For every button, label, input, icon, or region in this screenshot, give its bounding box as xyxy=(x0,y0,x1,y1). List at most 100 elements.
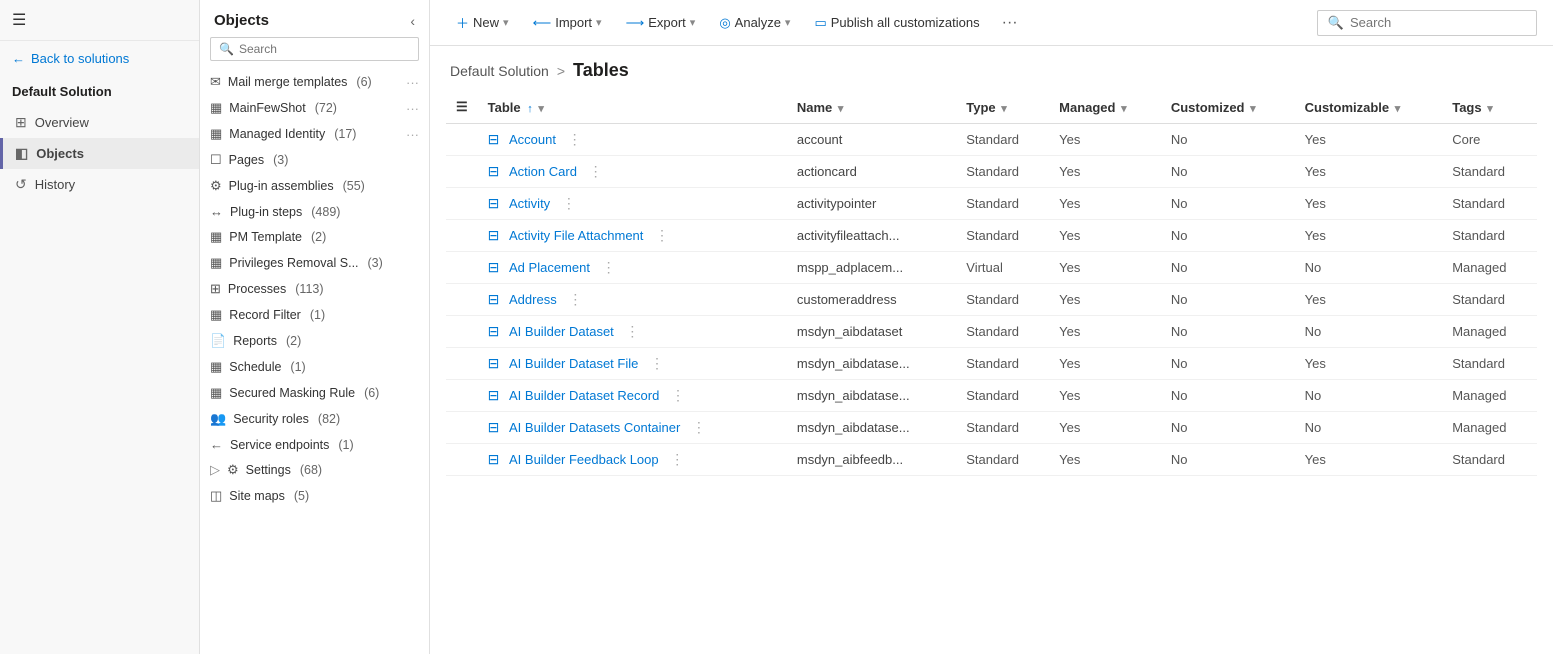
row-more-icon[interactable]: ⋮ xyxy=(666,449,688,469)
item-label: Service endpoints xyxy=(230,438,329,452)
table-column-header-tags[interactable]: Tags ▾ xyxy=(1442,91,1537,124)
import-button[interactable]: ⟵ Import ▾ xyxy=(523,10,612,36)
item-more-icon[interactable]: ··· xyxy=(406,127,419,142)
back-to-solutions-link[interactable]: ← Back to solutions xyxy=(0,41,199,76)
row-table-name[interactable]: Ad Placement xyxy=(509,260,590,275)
row-more-icon[interactable]: ⋮ xyxy=(585,161,607,181)
table-row-icon: ⊟ xyxy=(488,195,500,212)
nav-item-history[interactable]: ↺ History xyxy=(0,169,199,200)
item-icon: ⚙ xyxy=(227,462,239,478)
row-select-cell xyxy=(446,412,478,444)
row-icon-cell: ⊟ Action Card ⋮ xyxy=(478,156,787,188)
list-item[interactable]: 📄 Reports (2) xyxy=(200,328,429,354)
row-more-icon[interactable]: ⋮ xyxy=(621,321,643,341)
collapse-panel-button[interactable]: ‹ xyxy=(410,13,415,29)
list-item[interactable]: ☐ Pages (3) xyxy=(200,147,429,173)
item-icon: ⊞ xyxy=(210,281,221,297)
nav-item-objects[interactable]: ◧ Objects xyxy=(0,138,199,169)
row-tags: Standard xyxy=(1442,156,1537,188)
customized-sort-chevron: ▾ xyxy=(1250,103,1256,115)
item-count: (6) xyxy=(364,386,379,400)
row-table-name[interactable]: AI Builder Datasets Container xyxy=(509,420,680,435)
row-table-name[interactable]: Action Card xyxy=(509,164,577,179)
table-column-header-type[interactable]: Type ▾ xyxy=(956,91,1049,124)
table-column-header-name[interactable]: Name ▾ xyxy=(787,91,956,124)
list-item[interactable]: ↔ Plug-in steps (489) xyxy=(200,199,429,224)
table-column-header-managed[interactable]: Managed ▾ xyxy=(1049,91,1161,124)
list-item[interactable]: ▦ Privileges Removal S... (3) xyxy=(200,250,429,276)
row-customized: No xyxy=(1161,412,1295,444)
table-row: ⊟ Address ⋮ customeraddress Standard Yes… xyxy=(446,284,1537,316)
row-tags: Managed xyxy=(1442,412,1537,444)
breadcrumb-solution-link[interactable]: Default Solution xyxy=(450,63,549,79)
publish-button[interactable]: ▭ Publish all customizations xyxy=(804,10,989,36)
analyze-button[interactable]: ◎ Analyze ▾ xyxy=(709,10,800,36)
list-item[interactable]: ◫ Site maps (5) xyxy=(200,483,429,509)
row-icon-cell: ⊟ Account ⋮ xyxy=(478,124,787,156)
row-managed: Yes xyxy=(1049,380,1161,412)
list-item[interactable]: ← Service endpoints (1) xyxy=(200,432,429,457)
hamburger-icon[interactable]: ☰ xyxy=(12,12,26,29)
list-item[interactable]: ✉ Mail merge templates (6) ··· xyxy=(200,69,429,95)
list-item[interactable]: ▦ Secured Masking Rule (6) xyxy=(200,380,429,406)
toolbar-search-box[interactable]: 🔍 xyxy=(1317,10,1537,36)
list-item[interactable]: ▷ ⚙ Settings (68) xyxy=(200,457,429,483)
item-count: (55) xyxy=(343,179,365,193)
import-chevron-icon: ▾ xyxy=(596,16,602,29)
list-item[interactable]: ▦ MainFewShot (72) ··· xyxy=(200,95,429,121)
nav-item-overview[interactable]: ⊞ Overview xyxy=(0,107,199,138)
list-item[interactable]: ⚙ Plug-in assemblies (55) xyxy=(200,173,429,199)
item-more-icon[interactable]: ··· xyxy=(406,75,419,90)
row-table-name[interactable]: AI Builder Dataset Record xyxy=(509,388,659,403)
row-table-name[interactable]: AI Builder Dataset xyxy=(509,324,614,339)
more-options-icon[interactable]: ··· xyxy=(994,10,1026,36)
objects-panel: Objects ‹ 🔍 ✉ Mail merge templates (6) ·… xyxy=(200,0,430,654)
table-row-icon: ⊟ xyxy=(488,227,500,244)
row-more-icon[interactable]: ⋮ xyxy=(646,353,668,373)
list-item[interactable]: ▦ Managed Identity (17) ··· xyxy=(200,121,429,147)
row-more-icon[interactable]: ⋮ xyxy=(651,225,673,245)
list-item[interactable]: 👥 Security roles (82) xyxy=(200,406,429,432)
list-item[interactable]: ▦ PM Template (2) xyxy=(200,224,429,250)
row-table-name[interactable]: AI Builder Feedback Loop xyxy=(509,452,659,467)
row-more-icon[interactable]: ⋮ xyxy=(564,289,586,309)
row-type: Virtual xyxy=(956,252,1049,284)
row-type: Standard xyxy=(956,124,1049,156)
item-label: Processes xyxy=(228,282,286,296)
item-icon: ▦ xyxy=(210,100,222,116)
row-table-name[interactable]: Account xyxy=(509,132,556,147)
row-more-icon[interactable]: ⋮ xyxy=(667,385,689,405)
table-row: ⊟ AI Builder Dataset ⋮ msdyn_aibdataset … xyxy=(446,316,1537,348)
table-column-header-customizable[interactable]: Customizable ▾ xyxy=(1295,91,1443,124)
table-row-icon: ⊟ xyxy=(488,323,500,340)
list-item[interactable]: ▦ Schedule (1) xyxy=(200,354,429,380)
nav-label-overview: Overview xyxy=(35,115,89,130)
toolbar-search-input[interactable] xyxy=(1350,15,1526,30)
new-button[interactable]: ＋ New ▾ xyxy=(446,8,519,37)
objects-search-box[interactable]: 🔍 xyxy=(210,37,419,61)
objects-search-input[interactable] xyxy=(239,42,410,56)
list-item[interactable]: ▦ Record Filter (1) xyxy=(200,302,429,328)
row-table-name[interactable]: AI Builder Dataset File xyxy=(509,356,638,371)
table-column-header-table[interactable]: Table ↑ ▾ xyxy=(478,91,787,124)
item-count: (113) xyxy=(295,282,323,296)
objects-icon: ◧ xyxy=(15,145,28,162)
list-item[interactable]: ⊞ Processes (113) xyxy=(200,276,429,302)
expand-icon: ▷ xyxy=(210,462,220,478)
table-column-header-customized[interactable]: Customized ▾ xyxy=(1161,91,1295,124)
select-all-icon[interactable]: ☰ xyxy=(456,99,468,114)
row-more-icon[interactable]: ⋮ xyxy=(564,129,586,149)
row-more-icon[interactable]: ⋮ xyxy=(688,417,710,437)
item-more-icon[interactable]: ··· xyxy=(406,101,419,116)
row-table-name[interactable]: Activity File Attachment xyxy=(509,228,643,243)
row-table-name[interactable]: Activity xyxy=(509,196,550,211)
solution-title: Default Solution xyxy=(0,76,199,103)
item-label: PM Template xyxy=(229,230,302,244)
row-table-name[interactable]: Address xyxy=(509,292,557,307)
row-type: Standard xyxy=(956,316,1049,348)
row-more-icon[interactable]: ⋮ xyxy=(598,257,620,277)
item-count: (5) xyxy=(294,489,309,503)
row-name: msdyn_aibdatase... xyxy=(787,348,956,380)
row-more-icon[interactable]: ⋮ xyxy=(558,193,580,213)
export-button[interactable]: ⟶ Export ▾ xyxy=(616,10,706,36)
